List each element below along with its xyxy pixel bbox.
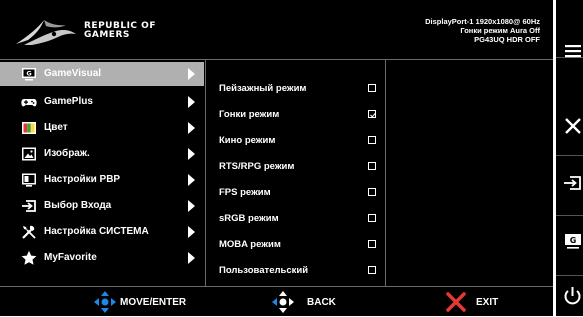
menu-item-label: GamePlus <box>44 96 93 107</box>
hint-label: BACK <box>307 297 336 308</box>
submenu-item-label: sRGB режим <box>219 213 279 224</box>
submenu-item-rts-rpg[interactable]: RTS/RPG режим <box>206 155 385 179</box>
submenu-item-label: Пейзажный режим <box>219 83 307 94</box>
menu-item-label: Настройка СИСТЕМА <box>44 226 149 237</box>
hint-move-enter: MOVE/ENTER <box>93 287 223 317</box>
gamevisual-icon: G <box>22 68 36 81</box>
checkbox[interactable] <box>368 84 376 92</box>
checkbox-checked[interactable] <box>368 110 377 118</box>
submenu-arrow-icon <box>188 226 195 238</box>
hardware-button-bar: G <box>556 0 583 316</box>
detail-panel <box>385 60 553 286</box>
osd-header: REPUBLIC OF GAMERS DisplayPort-1 1920x10… <box>0 0 553 60</box>
submenu-arrow-icon <box>188 148 195 160</box>
system-tools-icon <box>22 225 36 239</box>
gamevisual-key-icon: G <box>565 234 581 249</box>
svg-text:G: G <box>570 236 577 245</box>
checkbox[interactable] <box>368 240 376 248</box>
color-icon <box>22 122 36 134</box>
submenu-item-label: Кино режим <box>219 135 276 146</box>
menu-item-myfavorite[interactable]: MyFavorite <box>0 246 204 270</box>
hint-label: EXIT <box>476 297 499 308</box>
menu-item-label: Изображ. <box>44 148 90 159</box>
submenu-arrow-icon <box>188 96 195 108</box>
menu-button[interactable] <box>556 0 583 58</box>
checkbox[interactable] <box>368 266 376 274</box>
submenu-item-cinema[interactable]: Кино режим <box>206 129 385 153</box>
menu-item-color[interactable]: Цвет <box>0 116 204 140</box>
input-icon <box>22 200 36 212</box>
pbp-icon <box>22 173 36 187</box>
submenu-item-label: MOBA режим <box>219 239 281 250</box>
menu-icon <box>565 45 581 58</box>
submenu-arrow-icon <box>188 68 195 80</box>
submenu-item-srgb[interactable]: sRGB режим <box>206 207 385 231</box>
submenu-item-label: Пользовательский <box>219 265 309 276</box>
main-menu: G GameVisual GamePlus Цвет Изображ. Наст… <box>0 60 204 286</box>
exit-x-icon <box>446 292 466 312</box>
menu-item-input[interactable]: Выбор Входа <box>0 194 204 218</box>
menu-item-label: MyFavorite <box>44 252 97 263</box>
gamevisual-submenu: Пейзажный режим Гонки режим Кино режим R… <box>205 60 386 286</box>
gamepad-icon <box>21 99 37 107</box>
submenu-arrow-icon <box>188 174 195 186</box>
hint-exit: EXIT <box>445 287 525 317</box>
close-button[interactable] <box>556 98 583 156</box>
power-icon <box>564 287 581 305</box>
menu-item-pbp[interactable]: Настройки PBP <box>0 168 204 192</box>
status-signal: DisplayPort-1 1920x1080@ 60Hz <box>425 17 540 26</box>
submenu-item-label: RTS/RPG режим <box>219 161 295 172</box>
checkbox[interactable] <box>368 214 376 222</box>
submenu-arrow-icon <box>188 252 195 264</box>
submenu-arrow-icon <box>188 200 195 212</box>
checkbox[interactable] <box>368 188 376 196</box>
hint-back: BACK <box>271 287 361 317</box>
input-select-icon <box>564 176 581 190</box>
menu-item-gameplus[interactable]: GamePlus <box>0 90 204 114</box>
image-icon <box>22 147 36 161</box>
hint-label: MOVE/ENTER <box>120 297 187 308</box>
brand-name: REPUBLIC OF GAMERS <box>84 22 156 40</box>
submenu-item-moba[interactable]: MOBA режим <box>206 233 385 257</box>
status-mode: Гонки режим Aura Off <box>460 26 540 35</box>
menu-item-gamevisual[interactable]: G GameVisual <box>0 62 204 86</box>
brand-line2: GAMERS <box>84 30 130 40</box>
submenu-item-racing[interactable]: Гонки режим <box>206 103 385 127</box>
menu-item-system[interactable]: Настройка СИСТЕМА <box>0 220 204 244</box>
input-select-button[interactable] <box>556 158 583 216</box>
svg-text:G: G <box>26 70 31 78</box>
osd-footer: MOVE/ENTER BACK EXIT <box>0 286 553 316</box>
joystick-icon <box>94 291 116 313</box>
checkbox[interactable] <box>368 136 376 144</box>
gamevisual-key-button[interactable]: G <box>556 218 583 276</box>
status-model: PG43UQ HDR OFF <box>474 35 540 44</box>
checkmark-icon <box>370 112 377 118</box>
rog-logo-icon <box>16 20 76 45</box>
menu-item-label: Настройки PBP <box>44 174 121 185</box>
submenu-item-user[interactable]: Пользовательский <box>206 259 385 283</box>
menu-item-image[interactable]: Изображ. <box>0 142 204 166</box>
osd-panel: REPUBLIC OF GAMERS DisplayPort-1 1920x10… <box>0 0 553 316</box>
menu-item-label: GameVisual <box>44 68 102 79</box>
power-button[interactable] <box>556 278 583 316</box>
submenu-arrow-icon <box>188 122 195 134</box>
joystick-left-icon <box>272 291 294 313</box>
menu-item-label: Цвет <box>44 122 68 133</box>
menu-item-label: Выбор Входа <box>44 200 112 211</box>
checkbox[interactable] <box>368 162 376 170</box>
submenu-item-scenery[interactable]: Пейзажный режим <box>206 77 385 101</box>
close-icon <box>565 118 581 134</box>
submenu-item-label: FPS режим <box>219 187 271 198</box>
star-icon <box>21 250 37 265</box>
submenu-item-fps[interactable]: FPS режим <box>206 181 385 205</box>
submenu-item-label: Гонки режим <box>219 109 280 120</box>
status-info: DisplayPort-1 1920x1080@ 60Hz Гонки режи… <box>425 17 540 44</box>
